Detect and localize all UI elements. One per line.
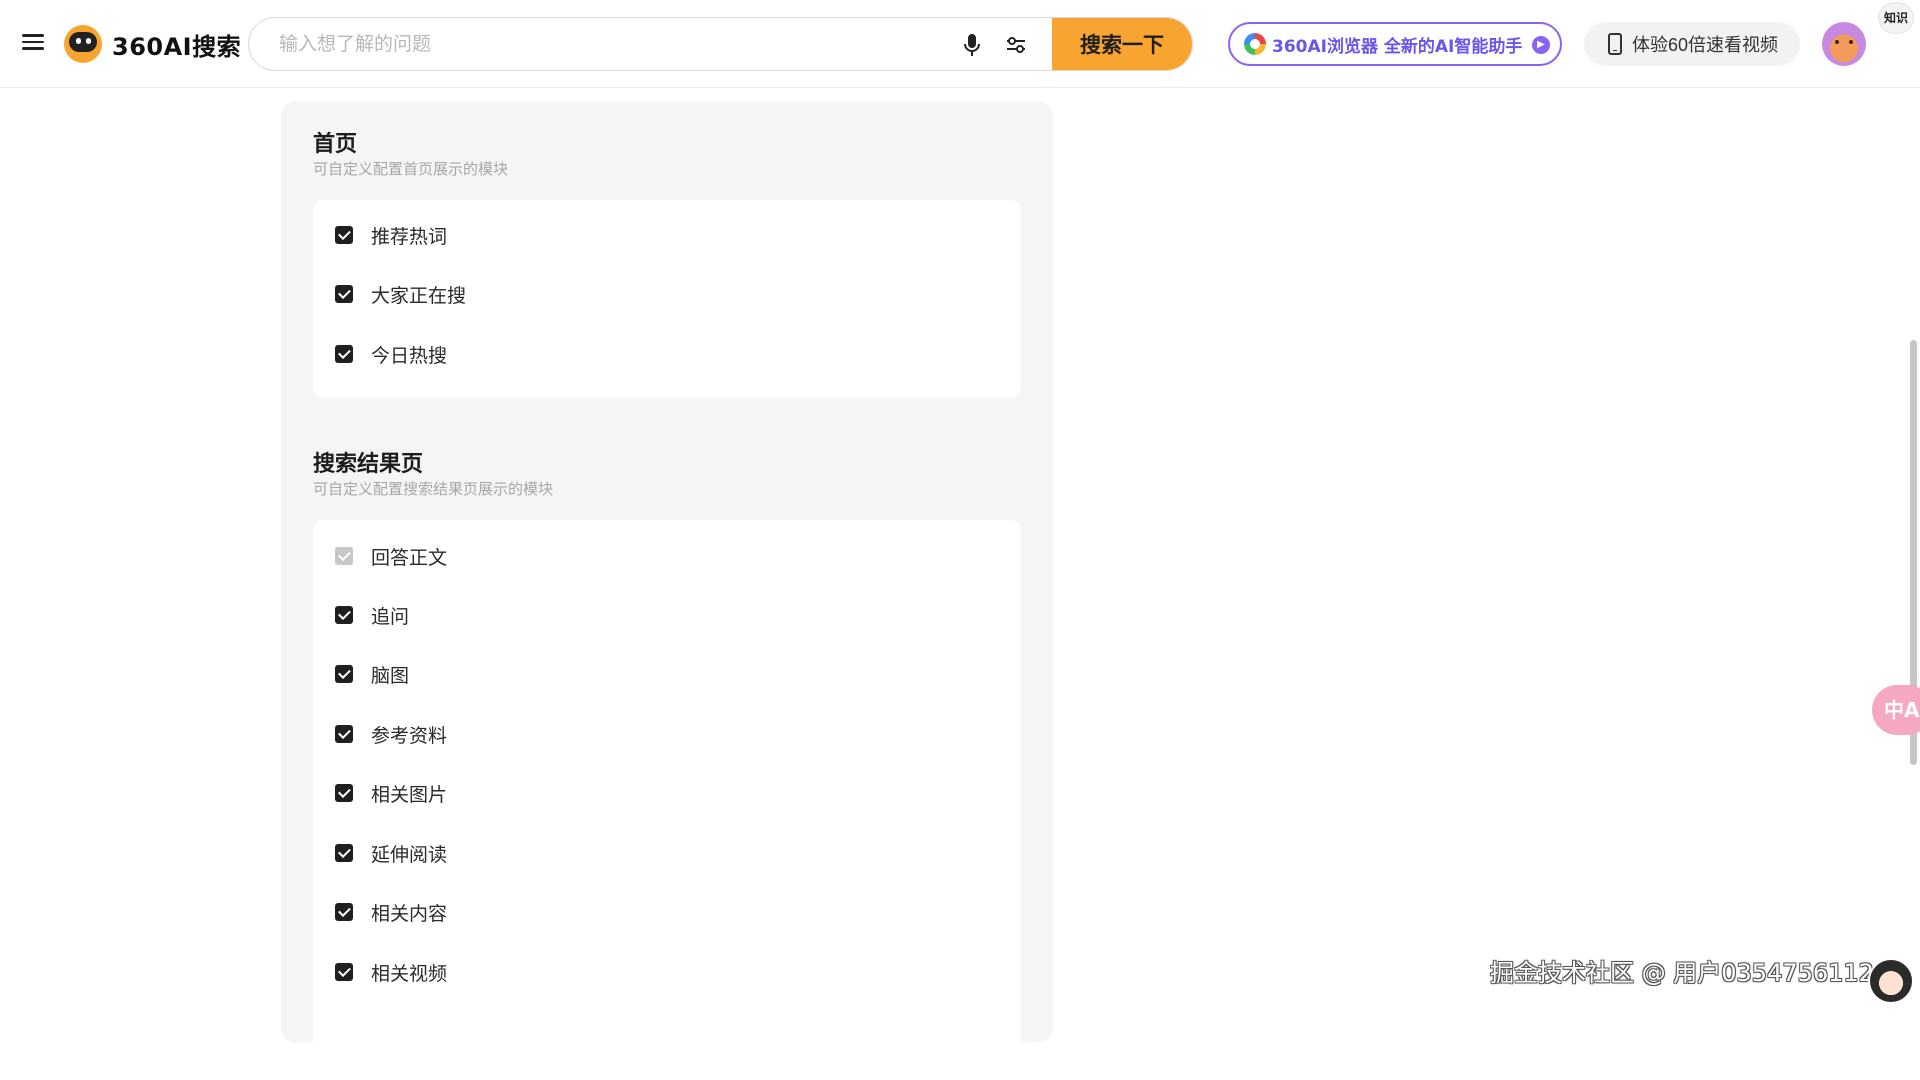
top-header: 360AI搜索 搜索一下 360AI浏览器 全新的AI智能助手 ▶ 体验6: [0, 0, 1920, 88]
assistant-avatar[interactable]: [1868, 958, 1914, 1004]
search-button[interactable]: 搜索一下: [1052, 18, 1192, 70]
option-everyone-searching[interactable]: 大家正在搜: [335, 279, 466, 309]
option-label: 追问: [371, 605, 410, 628]
logo-text: 360AI搜索: [112, 32, 242, 61]
results-options-card: 回答正文 追问 脑图 参考资料 相关图片 延伸阅读 相关内容 相关视频: [313, 520, 1021, 1080]
watermark-text: 掘金技术社区 @ 用户035475611288: [1490, 959, 1905, 987]
user-avatar[interactable]: [1822, 22, 1866, 66]
checkbox-checked[interactable]: [335, 285, 353, 303]
microphone-icon[interactable]: [957, 30, 987, 60]
filter-settings-icon[interactable]: [1001, 30, 1031, 60]
ai-browser-promo-banner[interactable]: 360AI浏览器 全新的AI智能助手 ▶: [1228, 22, 1562, 66]
speed-video-label: 体验60倍速看视频: [1632, 35, 1779, 55]
checkbox-checked[interactable]: [335, 903, 353, 921]
option-related-images[interactable]: 相关图片: [335, 778, 447, 808]
logo-robot-icon: [64, 25, 102, 63]
option-extended-reading[interactable]: 延伸阅读: [335, 838, 447, 868]
option-follow-up[interactable]: 追问: [335, 600, 409, 630]
option-label: 今日热搜: [371, 344, 448, 367]
homepage-section-subtitle: 可自定义配置首页展示的模块: [313, 160, 509, 178]
browser-logo-icon: [1244, 33, 1266, 55]
logo[interactable]: 360AI搜索: [64, 24, 241, 64]
option-recommended-hot-words[interactable]: 推荐热词: [335, 220, 447, 250]
phone-icon: [1608, 33, 1622, 55]
option-label: 相关内容: [371, 902, 448, 925]
checkbox-checked[interactable]: [335, 844, 353, 862]
homepage-section-title: 首页: [313, 132, 358, 157]
option-label: 回答正文: [371, 546, 448, 569]
homepage-options-card: 推荐热词 大家正在搜 今日热搜: [313, 200, 1021, 398]
option-label: 推荐热词: [371, 225, 448, 248]
menu-icon[interactable]: [18, 30, 48, 58]
option-label: 相关图片: [371, 783, 448, 806]
option-today-trending[interactable]: 今日热搜: [335, 339, 447, 369]
checkbox-checked-disabled: [335, 547, 353, 565]
speed-video-button[interactable]: 体验60倍速看视频: [1584, 22, 1800, 66]
option-answer-body: 回答正文: [335, 541, 447, 571]
option-label: 相关视频: [371, 962, 448, 985]
option-references[interactable]: 参考资料: [335, 719, 447, 749]
translate-button[interactable]: 中A: [1872, 685, 1920, 735]
knowledge-badge[interactable]: 知识: [1878, 2, 1914, 34]
checkbox-checked[interactable]: [335, 606, 353, 624]
search-box: 搜索一下: [248, 17, 1193, 71]
module-settings-panel: 首页 可自定义配置首页展示的模块 推荐热词 大家正在搜 今日热搜 搜索结果页 可…: [281, 102, 1053, 1080]
option-mind-map[interactable]: 脑图: [335, 659, 409, 689]
option-label: 大家正在搜: [371, 284, 467, 307]
checkbox-checked[interactable]: [335, 725, 353, 743]
option-label: 参考资料: [371, 724, 448, 747]
option-label: 延伸阅读: [371, 843, 448, 866]
arrow-right-icon: ▶: [1532, 36, 1550, 54]
checkbox-checked[interactable]: [335, 963, 353, 981]
search-input[interactable]: [249, 18, 949, 70]
checkbox-checked[interactable]: [335, 345, 353, 363]
option-related-content[interactable]: 相关内容: [335, 897, 447, 927]
option-related-videos[interactable]: 相关视频: [335, 957, 447, 987]
checkbox-checked[interactable]: [335, 226, 353, 244]
promo-banner-text: 360AI浏览器 全新的AI智能助手: [1272, 36, 1523, 57]
checkbox-checked[interactable]: [335, 665, 353, 683]
option-label: 脑图: [371, 664, 410, 687]
results-section-subtitle: 可自定义配置搜索结果页展示的模块: [313, 480, 554, 498]
checkbox-checked[interactable]: [335, 784, 353, 802]
results-section-title: 搜索结果页: [313, 452, 424, 477]
